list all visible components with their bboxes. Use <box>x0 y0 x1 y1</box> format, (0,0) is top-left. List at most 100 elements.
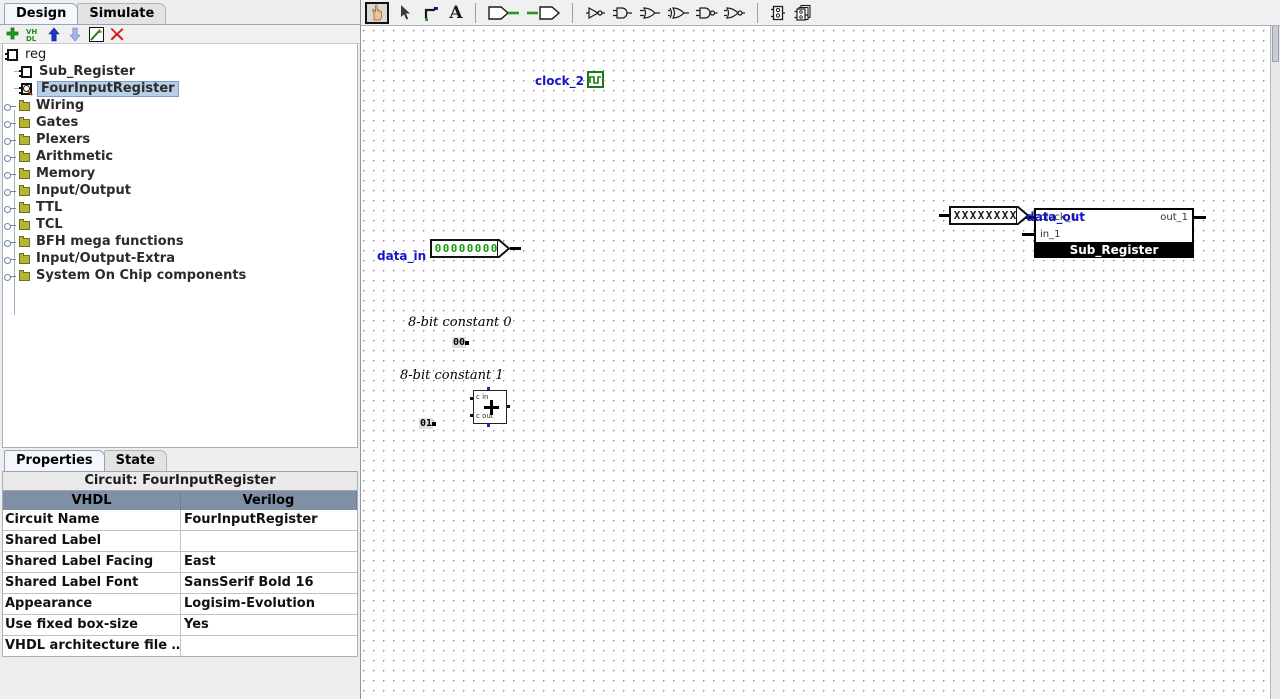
data-in-pin[interactable]: 0 00 00 00 0 <box>430 239 521 258</box>
circuit-explorer-tree[interactable]: reg Sub_Register FourInputRegister Wirin… <box>2 44 358 448</box>
expand-toggle-icon[interactable] <box>3 268 17 284</box>
clock-2-component[interactable] <box>587 71 604 88</box>
annotation-8bit-constant-1[interactable]: 8-bit constant 1 <box>400 368 504 383</box>
sidebar-item-wiring[interactable]: Wiring <box>3 97 357 114</box>
sidebar-item-ttl[interactable]: TTL <box>3 199 357 216</box>
sidebar-item-bfh-mega-functions[interactable]: BFH mega functions <box>3 233 357 250</box>
bit-value: 0 <box>434 242 442 255</box>
canvas-vertical-scrollbar[interactable] <box>1270 0 1280 699</box>
add-circuit-icon[interactable] <box>766 2 790 24</box>
property-key: VHDL architecture file … <box>3 636 181 656</box>
circuit-canvas[interactable]: A clock_2 data_in 0 0 0 0 0 0 0 0 clock_… <box>360 0 1280 699</box>
table-row[interactable]: Appearance Logisim-Evolution <box>3 594 357 615</box>
expand-toggle-icon[interactable] <box>3 132 17 148</box>
adder-port-nub <box>470 397 473 400</box>
table-row[interactable]: VHDL architecture file … <box>3 636 357 656</box>
table-row[interactable]: Use fixed box-size Yes <box>3 615 357 636</box>
folder-icon <box>18 99 32 112</box>
data-out-pin[interactable]: X XX XX XX X <box>939 206 1030 225</box>
not-gate-icon[interactable] <box>581 2 609 24</box>
current-circuit-icon <box>19 82 35 96</box>
tree-item-label: Arithmetic <box>36 149 114 164</box>
expand-toggle-icon[interactable] <box>3 217 17 233</box>
expand-toggle-icon[interactable] <box>3 115 17 131</box>
circuit-icon <box>19 65 35 79</box>
add-circuit-icon[interactable] <box>4 26 20 42</box>
sub-register-title: Sub_Register <box>1034 242 1194 258</box>
poke-tool-icon[interactable] <box>365 1 389 24</box>
canvas-toolbar: A <box>361 0 1280 26</box>
table-row[interactable]: Shared Label Facing East <box>3 552 357 573</box>
table-row[interactable]: Circuit Name FourInputRegister <box>3 510 357 531</box>
sidebar-item-plexers[interactable]: Plexers <box>3 131 357 148</box>
move-down-icon[interactable] <box>67 26 83 42</box>
sidebar-item-fourinputregister[interactable]: FourInputRegister <box>3 80 357 97</box>
move-up-icon[interactable] <box>46 26 62 42</box>
adder-component[interactable]: c in c out <box>470 387 510 427</box>
expand-toggle-icon[interactable] <box>3 98 17 114</box>
edit-icon[interactable] <box>88 26 104 42</box>
tree-item-label: Sub_Register <box>39 64 136 79</box>
expand-toggle-icon[interactable] <box>3 149 17 165</box>
nor-gate-icon[interactable] <box>721 2 749 24</box>
constant-1-nub <box>432 422 436 426</box>
tree-item-label: TCL <box>36 217 63 232</box>
delete-icon[interactable] <box>109 26 125 42</box>
toolbar-separator <box>757 2 758 23</box>
adder-port-nub <box>507 405 510 408</box>
properties-table: Circuit: FourInputRegister VHDL Verilog … <box>2 471 358 657</box>
sidebar-item-input-output[interactable]: Input/Output <box>3 182 357 199</box>
add-vhdl-icon[interactable]: VH DL <box>25 26 41 42</box>
nand-gate-icon[interactable] <box>693 2 721 24</box>
property-value[interactable]: FourInputRegister <box>181 510 357 530</box>
properties-table-header: VHDL Verilog <box>3 491 357 510</box>
property-value[interactable] <box>181 636 357 656</box>
canvas-grid <box>361 26 1270 699</box>
sidebar-item-gates[interactable]: Gates <box>3 114 357 131</box>
tree-root-reg[interactable]: reg <box>3 46 357 63</box>
design-simulate-tabstrip: Design Simulate <box>0 0 360 24</box>
svg-text:DL: DL <box>26 35 37 42</box>
property-value[interactable]: Logisim-Evolution <box>181 594 357 614</box>
property-value[interactable]: Yes <box>181 615 357 635</box>
expand-toggle-icon[interactable] <box>3 183 17 199</box>
expand-toggle-icon[interactable] <box>3 200 17 216</box>
properties-panel: Properties State Circuit: FourInputRegis… <box>0 448 360 699</box>
property-value[interactable]: East <box>181 552 357 572</box>
and-gate-icon[interactable] <box>609 2 637 24</box>
sidebar-item-tcl[interactable]: TCL <box>3 216 357 233</box>
expand-toggle-icon[interactable] <box>3 234 17 250</box>
data-in-label: data_in <box>377 249 427 263</box>
annotation-8bit-constant-0[interactable]: 8-bit constant 0 <box>408 315 512 330</box>
column-header-verilog[interactable]: Verilog <box>181 491 357 510</box>
sidebar-item-input-output-extra[interactable]: Input/Output-Extra <box>3 250 357 267</box>
sidebar-item-memory[interactable]: Memory <box>3 165 357 182</box>
wiring-tool-icon[interactable] <box>421 2 443 24</box>
expand-toggle-icon[interactable] <box>3 166 17 182</box>
property-value[interactable]: SansSerif Bold 16 <box>181 573 357 593</box>
tree-item-label: System On Chip components <box>36 268 247 283</box>
tab-simulate[interactable]: Simulate <box>77 3 167 24</box>
tab-state[interactable]: State <box>103 450 168 471</box>
table-row[interactable]: Shared Label <box>3 531 357 552</box>
properties-state-tabstrip: Properties State <box>0 448 360 471</box>
expand-toggle-icon[interactable] <box>3 251 17 267</box>
or-gate-icon[interactable] <box>637 2 665 24</box>
sidebar-item-arithmetic[interactable]: Arithmetic <box>3 148 357 165</box>
pin-output-icon[interactable] <box>524 2 564 24</box>
pin-input-icon[interactable] <box>484 2 524 24</box>
text-tool-icon[interactable]: A <box>445 2 467 24</box>
table-row[interactable]: Shared Label Font SansSerif Bold 16 <box>3 573 357 594</box>
tab-properties[interactable]: Properties <box>4 450 105 471</box>
sidebar-item-system-on-chip-components[interactable]: System On Chip components <box>3 267 357 284</box>
column-header-vhdl[interactable]: VHDL <box>3 491 181 510</box>
xor-gate-icon[interactable] <box>665 2 693 24</box>
constant-value-00[interactable]: 00 <box>452 337 467 348</box>
duplicate-circuit-icon[interactable] <box>790 2 814 24</box>
property-value[interactable] <box>181 531 357 551</box>
tree-item-label: BFH mega functions <box>36 234 184 249</box>
sidebar-item-sub-register[interactable]: Sub_Register <box>3 63 357 80</box>
select-tool-icon[interactable] <box>395 2 417 24</box>
tab-design[interactable]: Design <box>4 3 79 24</box>
constant-value-01[interactable]: 01 <box>419 418 434 429</box>
